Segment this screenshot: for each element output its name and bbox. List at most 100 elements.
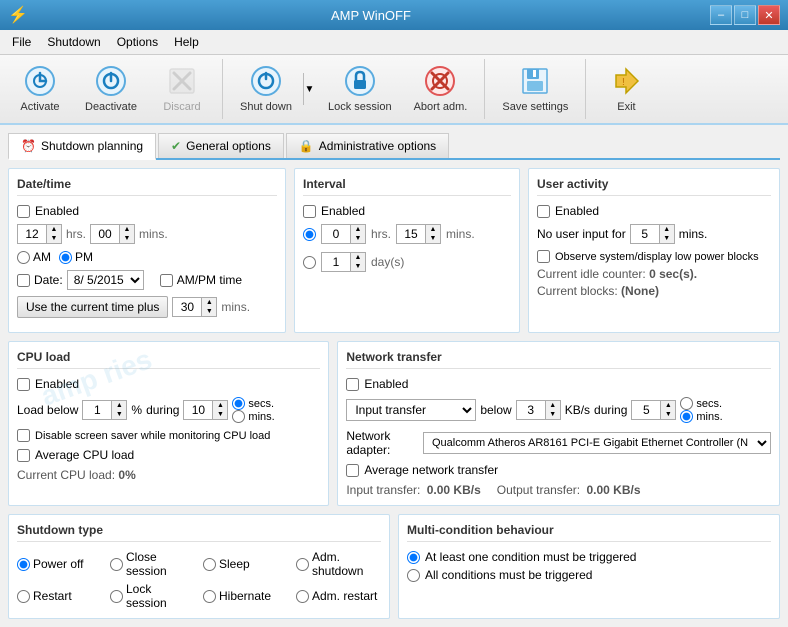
- activate-button[interactable]: Activate: [8, 60, 72, 118]
- shutdown-restart-radio[interactable]: [17, 590, 30, 603]
- net-secs-label: secs.: [696, 398, 722, 410]
- shutdown-admrestart-radio[interactable]: [296, 590, 309, 603]
- cpu-load-down[interactable]: ▼: [112, 410, 126, 419]
- date-select[interactable]: 8/ 5/2015: [67, 270, 144, 290]
- mc-atleastone-radio[interactable]: [407, 551, 420, 564]
- datetime-enabled-checkbox[interactable]: [17, 205, 30, 218]
- noinput-spinbox[interactable]: ▲ ▼: [630, 224, 675, 244]
- network-below-up[interactable]: ▲: [546, 401, 560, 410]
- shutdown-locksession-radio[interactable]: [110, 590, 123, 603]
- interval-hrs-down[interactable]: ▼: [351, 234, 365, 243]
- net-secs-radio[interactable]: [680, 397, 693, 410]
- am-radio[interactable]: [17, 251, 30, 264]
- menu-options[interactable]: Options: [109, 32, 166, 52]
- cpu-load-up[interactable]: ▲: [112, 401, 126, 410]
- interval-days-spinbox[interactable]: ▲ ▼: [321, 252, 366, 272]
- mins-input[interactable]: [91, 225, 119, 243]
- hours-up[interactable]: ▲: [47, 225, 61, 234]
- mins-up[interactable]: ▲: [120, 225, 134, 234]
- interval-days-radio[interactable]: [303, 256, 316, 269]
- network-during-input[interactable]: [632, 401, 660, 419]
- menu-bar: File Shutdown Options Help: [0, 30, 788, 55]
- noinput-up[interactable]: ▲: [660, 225, 674, 234]
- cpu-enabled-checkbox[interactable]: [17, 378, 30, 391]
- network-below-spinbox[interactable]: ▲ ▼: [516, 400, 561, 420]
- useractivity-enabled-checkbox[interactable]: [537, 205, 550, 218]
- cpu-screensaver-checkbox[interactable]: [17, 429, 30, 442]
- net-mins-radio[interactable]: [680, 410, 693, 423]
- interval-days-down[interactable]: ▼: [351, 262, 365, 271]
- interval-mins-down[interactable]: ▼: [426, 234, 440, 243]
- tab-shutdown-planning[interactable]: ⏰ Shutdown planning: [8, 133, 156, 160]
- hrs-label: hrs.: [66, 227, 86, 241]
- network-during-down[interactable]: ▼: [661, 410, 675, 419]
- abort-button[interactable]: Abort adm.: [405, 60, 477, 118]
- close-button[interactable]: ✕: [758, 5, 780, 25]
- interval-days-up[interactable]: ▲: [351, 253, 365, 262]
- pm-radio[interactable]: [59, 251, 72, 264]
- use-current-btn[interactable]: Use the current time plus: [17, 296, 168, 318]
- mins-down[interactable]: ▼: [120, 234, 134, 243]
- tab-general-options[interactable]: ✔ General options: [158, 133, 284, 158]
- save-settings-button[interactable]: Save settings: [493, 60, 577, 118]
- menu-help[interactable]: Help: [166, 32, 207, 52]
- transfer-type-select[interactable]: Input transfer Output transfer Combined …: [346, 399, 476, 421]
- hours-down[interactable]: ▼: [47, 234, 61, 243]
- ampm-group: AM PM: [17, 250, 93, 264]
- interval-hrs-input[interactable]: [322, 225, 350, 243]
- cpu-load-input[interactable]: [83, 401, 111, 419]
- network-below-input[interactable]: [517, 401, 545, 419]
- interval-days-input[interactable]: [322, 253, 350, 271]
- noinput-down[interactable]: ▼: [660, 234, 674, 243]
- network-below-down[interactable]: ▼: [546, 410, 560, 419]
- cpu-secs-radio[interactable]: [232, 397, 245, 410]
- interval-hrs-up[interactable]: ▲: [351, 225, 365, 234]
- interval-hrs-spinbox[interactable]: ▲ ▼: [321, 224, 366, 244]
- hours-input[interactable]: [18, 225, 46, 243]
- minimize-button[interactable]: –: [710, 5, 732, 25]
- cpu-load-spinbox[interactable]: ▲ ▼: [82, 400, 127, 420]
- mc-allconditions-radio[interactable]: [407, 569, 420, 582]
- tab-admin-options[interactable]: 🔒 Administrative options: [286, 133, 449, 158]
- observe-checkbox[interactable]: [537, 250, 550, 263]
- shutdown-hibernate-radio[interactable]: [203, 590, 216, 603]
- shutdown-dropdown-arrow[interactable]: ▼: [303, 73, 315, 105]
- plus-mins-input[interactable]: [173, 298, 201, 316]
- interval-hrs-radio[interactable]: [303, 228, 316, 241]
- plus-mins-spinbox[interactable]: ▲ ▼: [172, 297, 217, 317]
- date-checkbox[interactable]: [17, 274, 30, 287]
- cpu-during-down[interactable]: ▼: [213, 410, 227, 419]
- interval-mins-up[interactable]: ▲: [426, 225, 440, 234]
- cpu-average-checkbox[interactable]: [17, 449, 30, 462]
- menu-file[interactable]: File: [4, 32, 39, 52]
- shutdown-admshutdown-radio[interactable]: [296, 558, 309, 571]
- interval-enabled-checkbox[interactable]: [303, 205, 316, 218]
- shutdown-sleep-radio[interactable]: [203, 558, 216, 571]
- hours-spinbox[interactable]: ▲ ▼: [17, 224, 62, 244]
- shutdown-button[interactable]: Shut down: [231, 60, 301, 118]
- shutdown-poweroff-radio[interactable]: [17, 558, 30, 571]
- average-network-checkbox[interactable]: [346, 464, 359, 477]
- cpu-during-spinbox[interactable]: ▲ ▼: [183, 400, 228, 420]
- cpu-during-up[interactable]: ▲: [213, 401, 227, 410]
- menu-shutdown[interactable]: Shutdown: [39, 32, 108, 52]
- interval-mins-input[interactable]: [397, 225, 425, 243]
- noinput-input[interactable]: [631, 225, 659, 243]
- mins-spinbox[interactable]: ▲ ▼: [90, 224, 135, 244]
- maximize-button[interactable]: □: [734, 5, 756, 25]
- shutdown-closesession-radio[interactable]: [110, 558, 123, 571]
- ampmtime-checkbox[interactable]: [160, 274, 173, 287]
- deactivate-button[interactable]: Deactivate: [76, 60, 146, 118]
- discard-button[interactable]: Discard: [150, 60, 214, 118]
- network-enabled-checkbox[interactable]: [346, 378, 359, 391]
- interval-mins-spinbox[interactable]: ▲ ▼: [396, 224, 441, 244]
- adapter-select[interactable]: Qualcomm Atheros AR8161 PCI-E Gigabit Et…: [423, 432, 771, 454]
- lock-session-button[interactable]: Lock session: [319, 60, 401, 118]
- network-during-up[interactable]: ▲: [661, 401, 675, 410]
- exit-button[interactable]: ! Exit: [594, 60, 658, 118]
- plus-mins-down[interactable]: ▼: [202, 307, 216, 316]
- cpu-mins-radio[interactable]: [232, 410, 245, 423]
- cpu-during-input[interactable]: [184, 401, 212, 419]
- plus-mins-up[interactable]: ▲: [202, 298, 216, 307]
- network-during-spinbox[interactable]: ▲ ▼: [631, 400, 676, 420]
